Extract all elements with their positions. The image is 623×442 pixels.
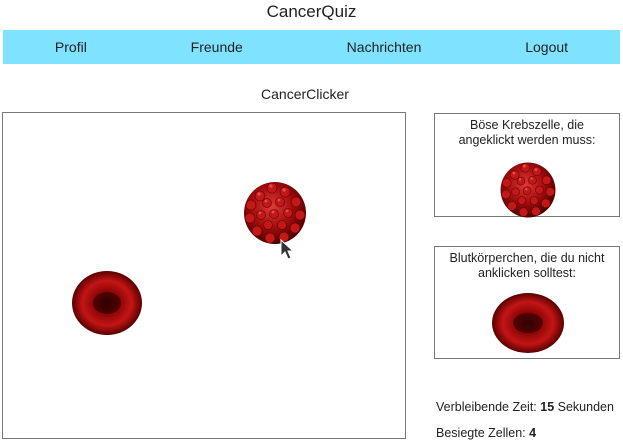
remaining-time-label: Verbleibende Zeit: <box>436 400 537 414</box>
defeated-cells-value: 4 <box>529 426 537 440</box>
cancer-cell-icon <box>500 162 556 218</box>
app-root: CancerQuiz Profil Freunde Nachrichten Lo… <box>0 0 623 442</box>
blood-cell-icon <box>492 293 564 353</box>
nav-item-freunde[interactable]: Freunde <box>185 35 249 59</box>
cancer-cell-description: Böse Krebszelle, die angeklickt werden m… <box>458 118 596 147</box>
remaining-time-value: 15 <box>540 400 555 414</box>
blood-cell-icon[interactable] <box>71 270 143 336</box>
navbar: Profil Freunde Nachrichten Logout <box>3 30 620 64</box>
info-box-blood-cell: Blutkörperchen, die du nicht anklicken s… <box>434 246 620 359</box>
remaining-time: Verbleibende Zeit: 15 Sekunden <box>436 400 614 414</box>
game-area[interactable] <box>2 112 406 439</box>
nav-item-profil[interactable]: Profil <box>49 35 93 59</box>
remaining-time-unit: Sekunden <box>557 400 614 414</box>
cancer-cell-icon[interactable] <box>240 178 310 248</box>
blood-cell-description: Blutkörperchen, die du nicht anklicken s… <box>449 251 605 280</box>
game-title: CancerClicker <box>261 86 349 102</box>
nav-item-nachrichten[interactable]: Nachrichten <box>341 35 428 59</box>
mouse-pointer-icon <box>280 239 295 260</box>
info-box-cancer-cell: Böse Krebszelle, die angeklickt werden m… <box>434 113 620 218</box>
defeated-cells-label: Besiegte Zellen: <box>436 426 526 440</box>
nav-item-logout[interactable]: Logout <box>519 35 574 59</box>
defeated-cells: Besiegte Zellen: 4 <box>436 426 536 440</box>
app-title: CancerQuiz <box>266 2 357 21</box>
